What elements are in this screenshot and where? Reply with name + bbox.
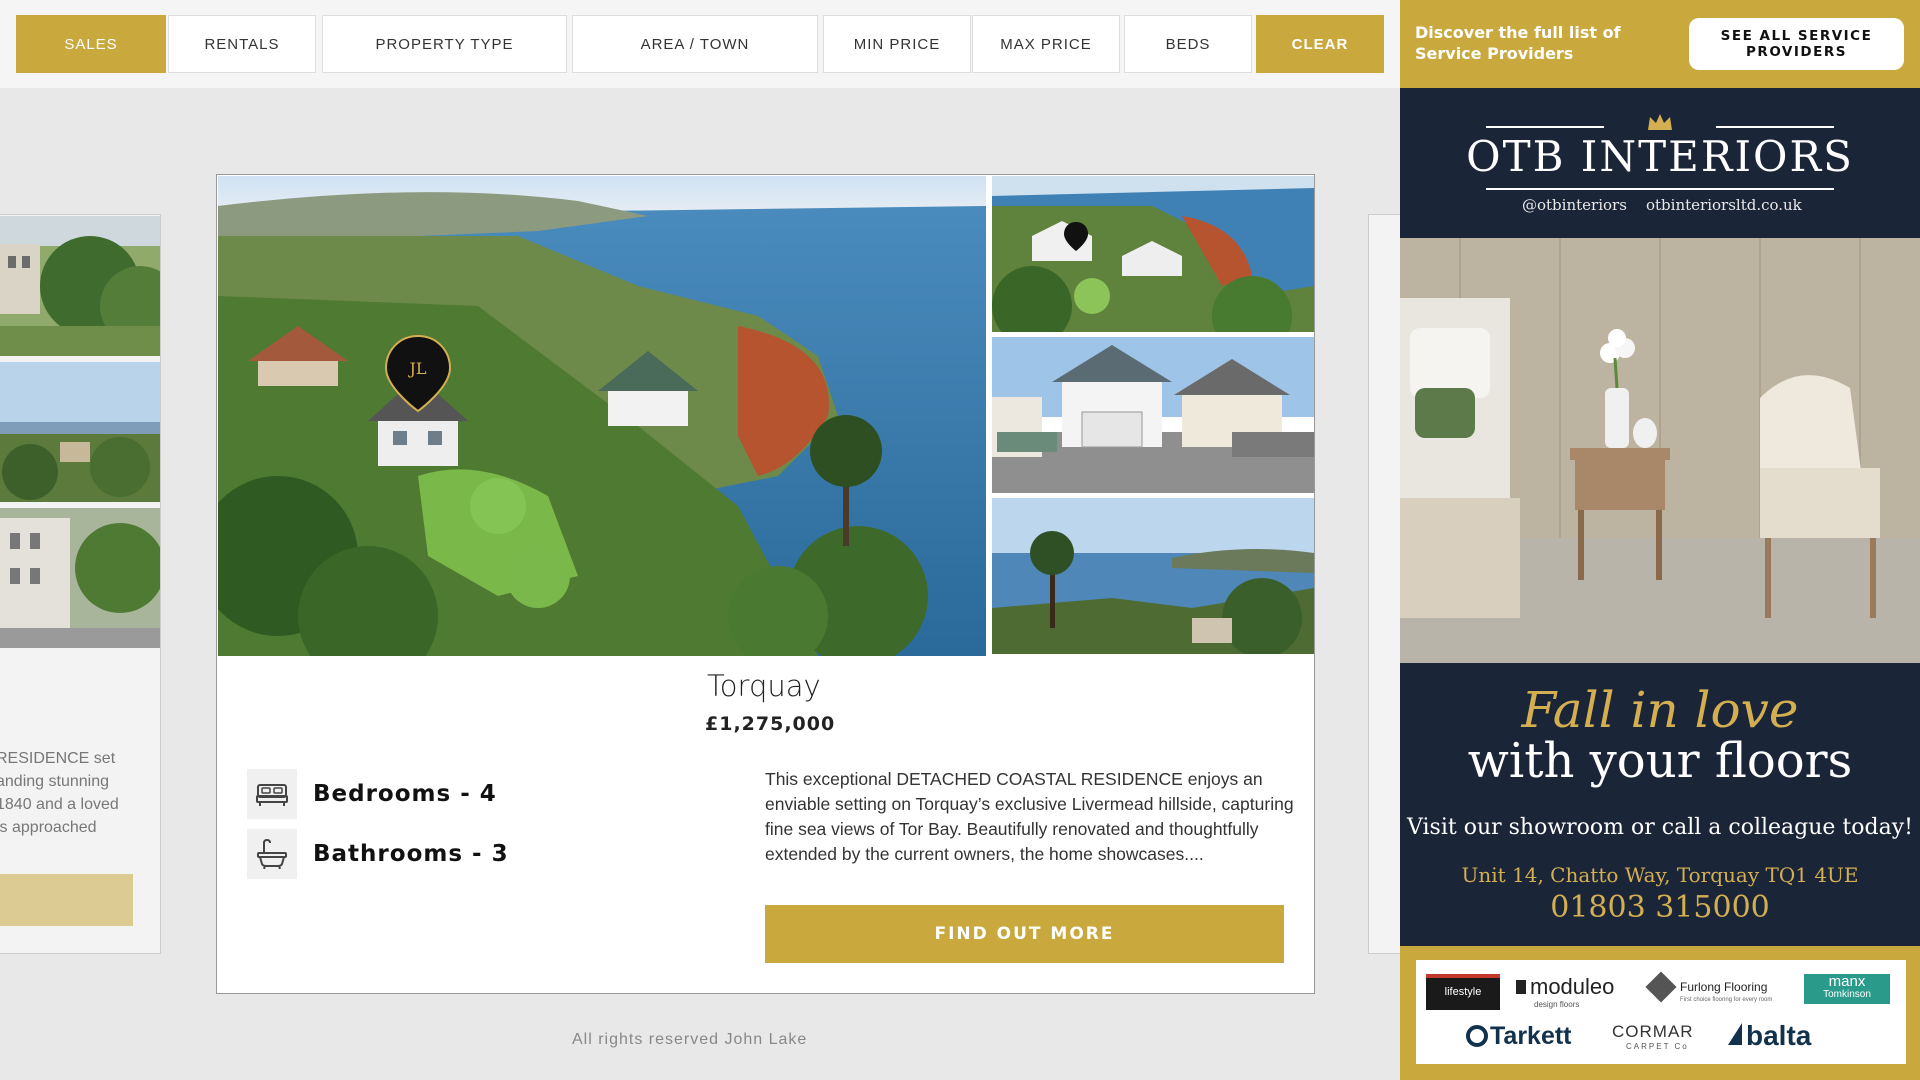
tarkett-logo: Tarkett	[1466, 1022, 1572, 1051]
listing-description: This exceptional DETACHED COASTAL RESIDE…	[765, 769, 1294, 864]
bath-icon	[247, 829, 297, 879]
previous-listing-photo-1	[0, 216, 160, 356]
svg-text:JL: JL	[407, 359, 426, 378]
listing-thumbnail-3[interactable]	[992, 498, 1314, 654]
manx-wordmark: manx	[1828, 973, 1866, 990]
filter-bar: SALES RENTALS PROPERTY TYPE AREA / TOWN …	[0, 0, 1400, 88]
advert-tagline-2: with your floors	[1467, 733, 1853, 789]
bathrooms-feature: Bathrooms - 3	[247, 829, 509, 879]
furlong-diamond-icon	[1645, 971, 1677, 1003]
balta-logo: balta	[1728, 1020, 1811, 1052]
previous-listing-description: RESIDENCE set anding stunning 1840 and a…	[0, 747, 160, 839]
tarkett-wordmark: Tarkett	[1490, 1022, 1572, 1050]
cormar-logo: CORMAR	[1612, 1022, 1694, 1041]
bedrooms-label: Bedrooms - 4	[313, 781, 497, 807]
previous-listing-button[interactable]	[0, 874, 133, 926]
next-listing-card[interactable]	[1368, 214, 1400, 954]
previous-listing-photo-3	[0, 508, 160, 648]
rentals-button[interactable]: RENTALS	[168, 15, 316, 73]
advert-call-to-action: Visit our showroom or call a colleague t…	[1407, 815, 1913, 840]
advert-bedroom-photo	[1400, 238, 1920, 663]
cormar-subtitle: CARPET Co	[1626, 1042, 1689, 1051]
tomkinson-wordmark: Tomkinson	[1823, 989, 1871, 1000]
advert-tagline-1: Fall in love	[1521, 681, 1799, 739]
listing-price: £1,275,000	[705, 713, 836, 735]
listing-town: Torquay	[707, 669, 821, 703]
previous-listing-text-line: RESIDENCE set	[0, 750, 116, 767]
min-price-select[interactable]: MIN PRICE	[823, 15, 971, 73]
service-providers-banner: Discover the full list of Service Provid…	[1400, 0, 1920, 88]
moduleo-mark-icon	[1516, 980, 1526, 994]
see-all-providers-button[interactable]: SEE ALL SERVICE PROVIDERS	[1689, 18, 1904, 70]
bed-icon	[247, 769, 297, 819]
sales-button[interactable]: SALES	[16, 15, 166, 73]
previous-listing-photo-2	[0, 362, 160, 502]
advert-website: otbinteriorsltd.co.uk	[1646, 196, 1802, 214]
furlong-subtitle: First choice flooring for every room	[1680, 997, 1773, 1003]
bathrooms-label: Bathrooms - 3	[313, 841, 509, 867]
brand-rule-left	[1486, 126, 1604, 128]
find-out-more-button[interactable]: FIND OUT MORE	[765, 905, 1284, 963]
property-type-select[interactable]: PROPERTY TYPE	[322, 15, 567, 73]
otb-interiors-advert[interactable]: OTB INTERIORS @otbinteriors otbinteriors…	[1400, 88, 1920, 1080]
brand-rule-right	[1716, 126, 1834, 128]
beds-select[interactable]: BEDS	[1124, 15, 1252, 73]
listing-thumbnail-2[interactable]	[992, 337, 1314, 493]
furlong-logo: Furlong Flooring	[1680, 980, 1768, 994]
area-town-select[interactable]: AREA / TOWN	[572, 15, 818, 73]
copyright-text: All rights reserved John Lake	[572, 1031, 808, 1048]
listing-main-photo[interactable]: JL	[218, 176, 986, 656]
previous-listing-text-line: anding stunning	[0, 773, 109, 790]
balta-wordmark: balta	[1746, 1020, 1812, 1051]
previous-listing-text-line: is approached	[0, 819, 97, 836]
clear-button[interactable]: CLEAR	[1256, 15, 1384, 73]
advert-address: Unit 14, Chatto Way, Torquay TQ1 4UE	[1461, 863, 1859, 887]
previous-listing-card[interactable]: RESIDENCE set anding stunning 1840 and a…	[0, 214, 161, 954]
advert-phone: 01803 315000	[1550, 890, 1770, 925]
tarkett-mark-icon	[1466, 1025, 1488, 1047]
partner-logos-strip: lifestyle moduleo design floors Furlong …	[1400, 946, 1920, 1080]
balta-mark-icon	[1728, 1023, 1742, 1045]
listing-thumbnail-1[interactable]	[992, 176, 1314, 332]
advert-brand: OTB INTERIORS	[1466, 132, 1854, 181]
discover-providers-text: Discover the full list of Service Provid…	[1415, 23, 1621, 63]
moduleo-logo: moduleo	[1516, 974, 1614, 1000]
brand-underline	[1486, 188, 1834, 190]
listing-card: JL Torquay £1,275,000 Bedrooms - 4 Bathr…	[216, 174, 1315, 994]
max-price-select[interactable]: MAX PRICE	[972, 15, 1120, 73]
moduleo-wordmark: moduleo	[1530, 974, 1615, 999]
lifestyle-logo: lifestyle	[1426, 974, 1500, 1010]
bedrooms-feature: Bedrooms - 4	[247, 769, 497, 819]
previous-listing-text-line: 1840 and a loved	[0, 796, 119, 813]
advert-social-handle: @otbinteriors	[1522, 196, 1627, 214]
moduleo-subtitle: design floors	[1534, 1000, 1580, 1009]
manx-tomkinson-logo: manx Tomkinson	[1804, 974, 1890, 1004]
partner-logos-panel: lifestyle moduleo design floors Furlong …	[1416, 960, 1906, 1064]
